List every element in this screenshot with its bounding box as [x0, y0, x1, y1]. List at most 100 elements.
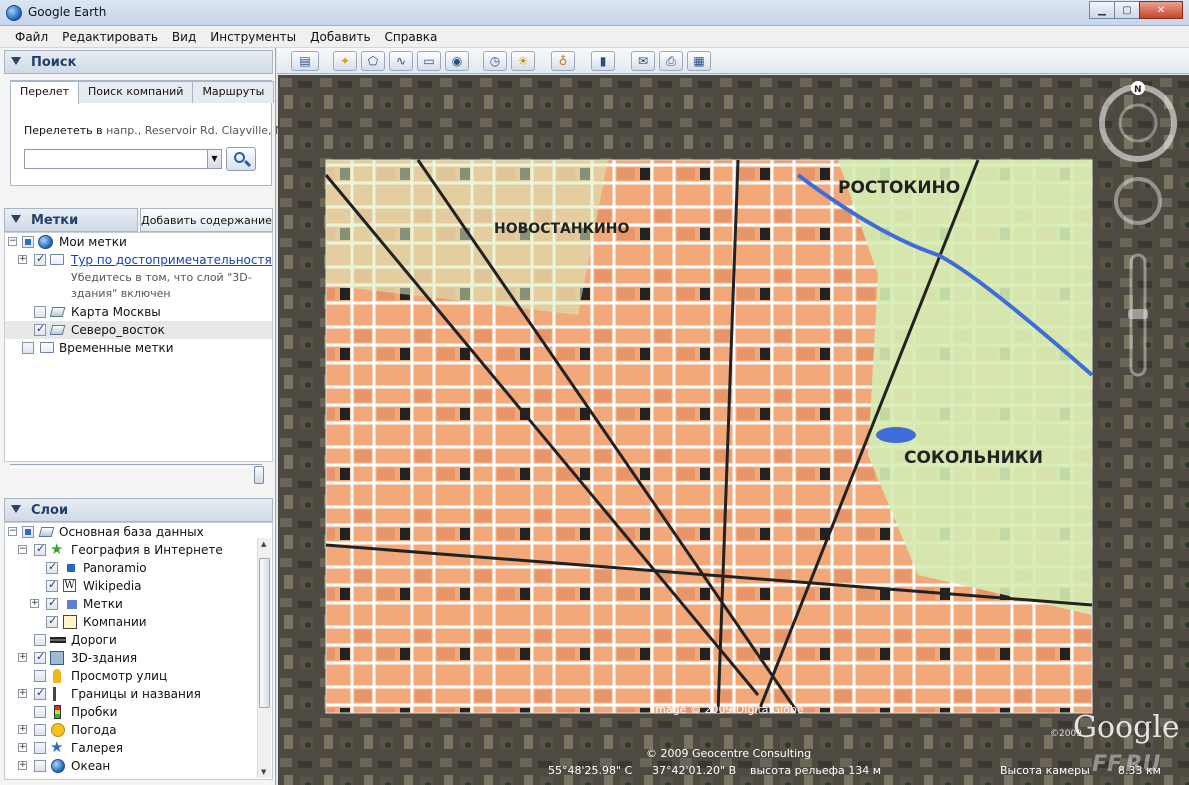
expand-toggle-icon[interactable]: +	[18, 653, 27, 662]
visibility-checkbox[interactable]	[34, 686, 46, 700]
places-item-moscow-map[interactable]: Карта Москвы	[5, 303, 272, 321]
history-dropdown-button[interactable]: ▼	[207, 150, 221, 168]
map-toolbar: ▤ ✦ ⬠ ∿ ▭ ◉ ◷ ☀ ♁ ▮ ✉ ⎙ ▦	[277, 48, 1189, 74]
opacity-slider-thumb[interactable]	[254, 466, 264, 484]
visibility-checkbox[interactable]	[34, 670, 46, 682]
layer-ocean[interactable]: + Океан	[5, 757, 272, 775]
image-copyright: Image © 2009 DigitalGlobe	[652, 703, 804, 716]
historical-imagery-button[interactable]: ◷	[483, 51, 507, 71]
scrollbar-thumb[interactable]	[259, 558, 270, 708]
expand-toggle-icon[interactable]: +	[18, 761, 27, 770]
menu-tools[interactable]: Инструменты	[203, 26, 303, 47]
layers-scrollbar[interactable]: ▲ ▼	[257, 538, 271, 778]
visibility-checkbox[interactable]	[46, 560, 58, 574]
places-item-northeast[interactable]: Северо_восток	[5, 321, 272, 339]
tour-note-line-2: здания" включен	[5, 285, 272, 303]
visibility-checkbox[interactable]	[34, 252, 46, 266]
tab-directions[interactable]: Маршруты	[192, 81, 275, 103]
tab-find-businesses[interactable]: Поиск компаний	[78, 81, 194, 103]
layers-tree: − Основная база данных − ★ География в И…	[4, 522, 273, 780]
map-canvas[interactable]: РОСТОКИНО НОВОСТАНКИНО СОКОЛЬНИКИ N	[278, 75, 1189, 785]
add-content-button[interactable]: Добавить содержание	[140, 208, 273, 232]
menu-edit[interactable]: Редактировать	[55, 26, 165, 47]
layer-3d-buildings[interactable]: + 3D-здания	[5, 649, 272, 667]
places-item-label: Временные метки	[59, 341, 174, 355]
scroll-down-icon[interactable]: ▼	[261, 768, 266, 776]
visibility-checkbox[interactable]	[22, 526, 34, 538]
visibility-checkbox[interactable]	[34, 542, 46, 556]
visibility-checkbox[interactable]	[34, 742, 46, 754]
layer-geographic-web[interactable]: − ★ География в Интернете	[5, 541, 272, 559]
layer-street-view[interactable]: Просмотр улиц	[5, 667, 272, 685]
record-tour-button[interactable]: ◉	[445, 51, 469, 71]
visibility-checkbox[interactable]	[34, 706, 46, 718]
layer-roads[interactable]: Дороги	[5, 631, 272, 649]
layer-placemarks[interactable]: + Метки	[5, 595, 272, 613]
menu-view[interactable]: Вид	[165, 26, 203, 47]
visibility-checkbox[interactable]	[34, 306, 46, 318]
visibility-checkbox[interactable]	[22, 342, 34, 354]
fly-to-input[interactable]: ▼	[24, 149, 222, 169]
layer-label: География в Интернете	[71, 543, 223, 557]
layer-borders-labels[interactable]: + Границы и названия	[5, 685, 272, 703]
planets-button[interactable]: ♁	[551, 51, 575, 71]
search-panel-header[interactable]: Поиск	[4, 50, 273, 74]
map-view[interactable]: РОСТОКИНО НОВОСТАНКИНО СОКОЛЬНИКИ N	[278, 75, 1189, 785]
visibility-checkbox[interactable]	[46, 578, 58, 592]
layer-weather[interactable]: + Погода	[5, 721, 272, 739]
menu-add[interactable]: Добавить	[303, 26, 377, 47]
layer-label: Погода	[71, 723, 117, 737]
fly-to-hint: напр., Reservoir Rd. Clayville, NY	[106, 124, 290, 137]
view-in-maps-button[interactable]: ▦	[687, 51, 711, 71]
zoom-slider-thumb[interactable]	[1128, 309, 1148, 319]
visibility-checkbox[interactable]	[46, 596, 58, 610]
places-item-my-places[interactable]: − Мои метки	[5, 233, 272, 251]
collapse-toggle-icon[interactable]: −	[18, 545, 27, 554]
places-panel-header[interactable]: Метки	[4, 208, 138, 232]
add-image-overlay-button[interactable]: ▭	[417, 51, 441, 71]
search-button[interactable]	[226, 147, 256, 171]
layer-traffic[interactable]: Пробки	[5, 703, 272, 721]
tour-link[interactable]: Тур по достопримечательностям	[71, 253, 272, 267]
layer-panoramio[interactable]: Panoramio	[5, 559, 272, 577]
visibility-checkbox[interactable]	[34, 760, 46, 772]
expand-toggle-icon[interactable]: +	[18, 689, 27, 698]
google-logo: Google	[1073, 710, 1180, 745]
visibility-checkbox[interactable]	[34, 322, 46, 336]
places-tree: − Мои метки + Тур по достопримечательнос…	[4, 232, 273, 462]
scroll-up-icon[interactable]: ▲	[261, 540, 266, 548]
print-button[interactable]: ⎙	[659, 51, 683, 71]
add-polygon-button[interactable]: ⬠	[361, 51, 385, 71]
visibility-checkbox[interactable]	[34, 650, 46, 664]
layer-wikipedia[interactable]: W Wikipedia	[5, 577, 272, 595]
layer-label: Wikipedia	[83, 579, 142, 593]
close-button[interactable]: ✕	[1139, 1, 1183, 19]
minimize-button[interactable]: ▁	[1089, 1, 1115, 19]
visibility-checkbox[interactable]	[46, 614, 58, 628]
sunlight-button[interactable]: ☀	[511, 51, 535, 71]
add-path-button[interactable]: ∿	[389, 51, 413, 71]
places-item-tour[interactable]: + Тур по достопримечательностям	[5, 251, 272, 269]
expand-toggle-icon[interactable]: +	[30, 599, 39, 608]
toggle-sidebar-button[interactable]: ▤	[291, 51, 319, 71]
menu-help[interactable]: Справка	[378, 26, 445, 47]
ruler-button[interactable]: ▮	[591, 51, 615, 71]
tab-fly-to[interactable]: Перелет	[10, 81, 79, 104]
email-button[interactable]: ✉	[631, 51, 655, 71]
expand-toggle-icon[interactable]: +	[18, 725, 27, 734]
add-placemark-button[interactable]: ✦	[333, 51, 357, 71]
visibility-checkbox[interactable]	[34, 724, 46, 736]
layers-panel-header[interactable]: Слои	[4, 498, 273, 522]
layer-primary-database[interactable]: − Основная база данных	[5, 523, 272, 541]
collapse-toggle-icon[interactable]: −	[8, 237, 17, 246]
visibility-checkbox[interactable]	[34, 634, 46, 646]
collapse-toggle-icon[interactable]: −	[8, 527, 17, 536]
menu-file[interactable]: Файл	[8, 26, 55, 47]
layer-gallery[interactable]: + ★ Галерея	[5, 739, 272, 757]
places-item-temporary[interactable]: Временные метки	[5, 339, 272, 357]
expand-toggle-icon[interactable]: +	[18, 255, 27, 264]
visibility-checkbox[interactable]	[22, 236, 34, 248]
maximize-button[interactable]: ▢	[1114, 1, 1140, 19]
expand-toggle-icon[interactable]: +	[18, 743, 27, 752]
layer-businesses[interactable]: Компании	[5, 613, 272, 631]
